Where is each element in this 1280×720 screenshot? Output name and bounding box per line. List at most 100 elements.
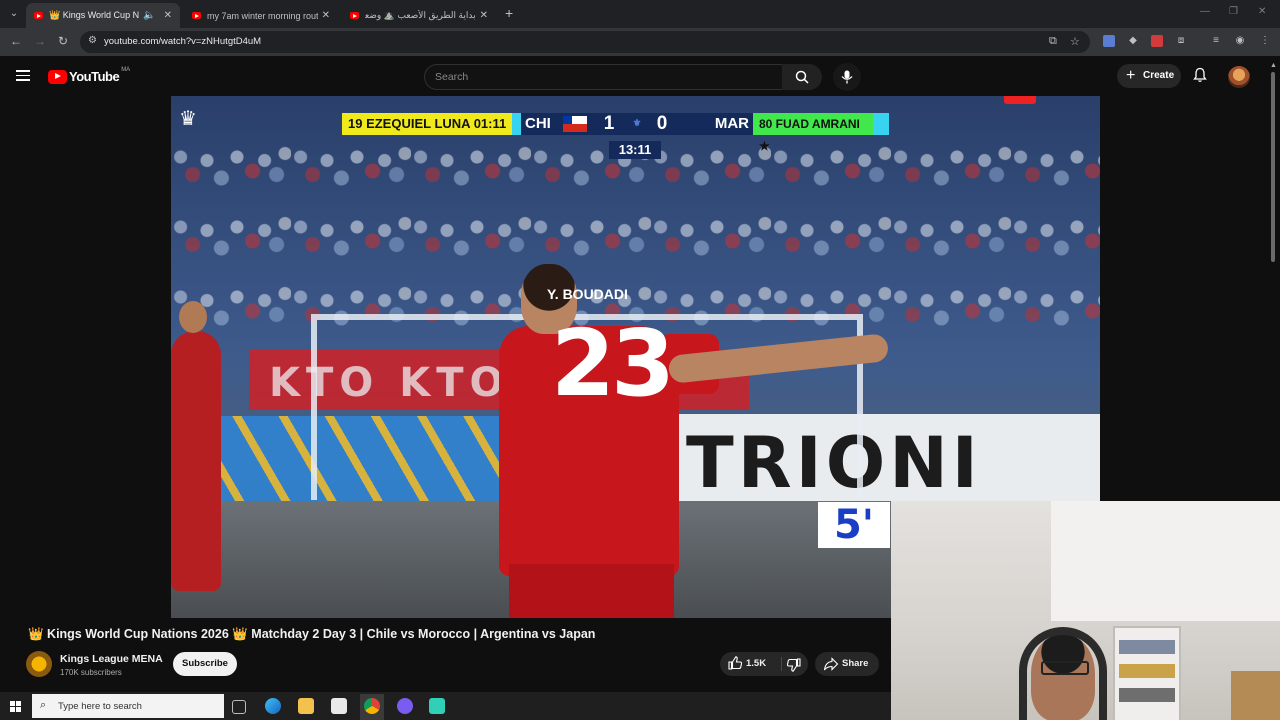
reload-icon[interactable]: ↻ <box>58 34 68 48</box>
taskbar-search-icon: ⌕ <box>40 699 47 711</box>
youtube-logo[interactable]: YouTube MA <box>48 66 131 84</box>
tab-title: 👑 Kings World Cup Natio <box>49 10 140 20</box>
scroll-up-icon[interactable]: ▲ <box>1270 62 1277 69</box>
url-text: youtube.com/watch?v=zNHutgtD4uM <box>104 36 262 47</box>
windows-taskbar: ⌕ Type here to search <box>0 692 891 720</box>
channel-avatar[interactable] <box>26 651 52 677</box>
edge-icon[interactable] <box>265 698 281 714</box>
tab-title: my 7am winter morning routine <box>207 10 318 21</box>
tab-close-icon[interactable]: ✕ <box>322 10 330 21</box>
taskbar-search-input[interactable]: ⌕ Type here to search <box>32 694 224 718</box>
new-tab-button[interactable]: + <box>505 5 513 21</box>
youtube-favicon-icon <box>34 12 43 19</box>
share-label: Share <box>842 658 869 669</box>
search-placeholder: Search <box>435 71 469 83</box>
headphones-icon <box>1019 627 1107 720</box>
like-count: 1.5K <box>746 658 767 669</box>
account-avatar[interactable] <box>1228 66 1250 88</box>
webcam-wall <box>1051 501 1280 621</box>
tab-search-icon[interactable]: ⌄ <box>6 6 22 22</box>
webcam-door <box>1231 671 1280 720</box>
webcam-shelf <box>1113 626 1181 720</box>
search-button[interactable] <box>782 64 822 90</box>
live-tag <box>1004 96 1036 104</box>
voice-search-button[interactable] <box>833 63 861 91</box>
goal-event-left: 19 EZEQUIEL LUNA 01:11 <box>342 113 512 135</box>
address-bar[interactable]: ⚙ youtube.com/watch?v=zNHutgtD4uM ⧉ ☆ <box>80 31 1090 53</box>
country-code: MA <box>121 66 131 73</box>
browser-toolbar: ← → ↻ ⚙ youtube.com/watch?v=zNHutgtD4uM … <box>0 28 1280 56</box>
like-divider <box>781 657 782 671</box>
site-info-icon[interactable]: ⚙ <box>88 35 97 46</box>
like-dislike-group: 1.5K <box>720 652 808 676</box>
search-icon <box>795 70 809 84</box>
dislike-icon[interactable] <box>786 657 802 673</box>
extensions-puzzle-icon[interactable]: ⧈ <box>1175 35 1187 47</box>
extension-red-icon[interactable] <box>1151 35 1163 47</box>
create-label: Create <box>1143 70 1175 81</box>
subscribe-button[interactable]: Subscribe <box>173 652 237 676</box>
team-right-code: MAR <box>675 113 753 135</box>
page-scrollbar[interactable]: ▲ <box>1270 62 1277 262</box>
install-app-icon[interactable]: ⧉ <box>1049 35 1057 48</box>
file-explorer-icon[interactable] <box>298 698 314 714</box>
score-right: 0 <box>649 113 675 135</box>
profile-icon[interactable]: ◉ <box>1234 35 1246 47</box>
youtube-masthead: YouTube MA Search + Create <box>0 56 1280 96</box>
video-title: 👑 Kings World Cup Nations 2026 👑 Matchda… <box>28 627 596 641</box>
subscriber-count: 170K subscribers <box>60 668 122 677</box>
tab-kings-world-cup[interactable]: 👑 Kings World Cup Natio 🔈 ✕ <box>26 3 180 28</box>
plus-icon: + <box>1126 67 1136 84</box>
tab-morning-routine[interactable]: my 7am winter morning routine ✕ <box>184 3 338 28</box>
tab-arabic-video[interactable]: بداية الطريق الأصعب ⛰️ وضعيات ✕ <box>342 3 496 28</box>
back-icon[interactable]: ← <box>10 34 22 48</box>
main-player-figure: Y. BOUDADI 23 <box>499 264 890 618</box>
extension-translate-icon[interactable] <box>1103 35 1115 47</box>
kings-league-badge-icon: ⚜ <box>625 113 649 135</box>
youtube-play-icon <box>48 69 67 84</box>
bookmark-star-icon[interactable]: ☆ <box>1070 35 1080 48</box>
menu-icon[interactable] <box>16 70 30 81</box>
chrome-icon[interactable] <box>364 698 380 714</box>
windows-start-icon[interactable] <box>10 701 21 712</box>
tab-strip: ⌄ 👑 Kings World Cup Natio 🔈 ✕ my 7am win… <box>0 0 1280 28</box>
create-button[interactable]: + Create <box>1117 64 1181 88</box>
reading-list-icon[interactable]: ≡ <box>1210 35 1222 47</box>
minimize-icon[interactable]: — <box>1200 6 1210 17</box>
score-left: 1 <box>593 113 625 135</box>
app-icon[interactable] <box>429 698 445 714</box>
microsoft-store-icon[interactable] <box>331 698 347 714</box>
goal-event-right: 80 FUAD AMRANI ★ <box>753 113 873 153</box>
search-input[interactable]: Search <box>424 64 783 90</box>
youtube-favicon-icon <box>350 12 359 19</box>
taskbar-search-placeholder: Type here to search <box>58 701 142 712</box>
restore-icon[interactable]: ❐ <box>1229 6 1238 17</box>
jersey-name: Y. BOUDADI <box>547 286 628 302</box>
chile-flag-icon <box>563 116 587 132</box>
channel-name[interactable]: Kings League MENA <box>60 653 163 665</box>
discord-icon[interactable] <box>397 698 413 714</box>
notifications-bell-icon[interactable] <box>1192 67 1208 83</box>
chrome-menu-icon[interactable]: ⋮ <box>1259 35 1271 47</box>
background-player <box>171 301 221 591</box>
match-clock: 13:11 <box>609 141 661 159</box>
youtube-favicon-icon <box>192 12 201 19</box>
tab-close-icon[interactable]: ✕ <box>164 10 172 21</box>
countdown-overlay: 5' <box>818 502 890 548</box>
scrollbar-thumb[interactable] <box>1271 72 1275 262</box>
like-icon[interactable] <box>727 655 743 671</box>
kings-league-crown-icon: ♛ <box>179 108 197 130</box>
window-close-icon[interactable]: ✕ <box>1258 6 1266 17</box>
forward-icon[interactable]: → <box>34 34 46 48</box>
audio-playing-icon[interactable]: 🔈 <box>143 10 155 21</box>
tab-title: بداية الطريق الأصعب ⛰️ وضعيات <box>365 10 476 20</box>
share-icon <box>823 657 839 671</box>
extension-diamond-icon[interactable]: ◆ <box>1127 35 1139 47</box>
microphone-icon <box>841 70 853 84</box>
youtube-wordmark: YouTube <box>69 69 120 84</box>
share-button[interactable]: Share <box>815 652 879 676</box>
scoreboard-accent <box>873 113 889 135</box>
scoreboard-accent <box>512 113 521 135</box>
task-view-icon[interactable] <box>232 700 246 714</box>
tab-close-icon[interactable]: ✕ <box>480 10 488 21</box>
